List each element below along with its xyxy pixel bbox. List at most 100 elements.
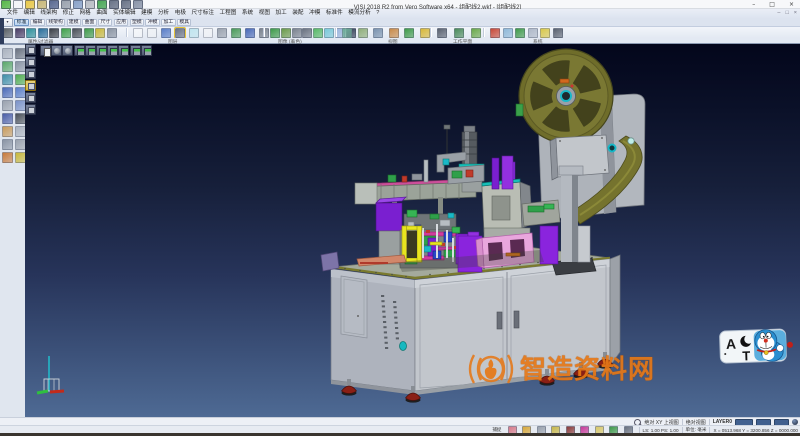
layer-current-icon[interactable] [175,28,185,38]
layer-new-icon[interactable] [133,28,143,38]
left-view-icon[interactable] [107,45,118,56]
shade-box1-icon[interactable] [292,28,302,38]
menu-13[interactable]: 视图 [256,9,273,18]
mesh-filter-icon[interactable] [72,28,82,38]
shade-box2-icon[interactable] [302,28,312,38]
tab-0[interactable]: 标准 [14,19,28,26]
refresh-icon[interactable] [107,28,117,38]
layer-half-icon[interactable] [161,28,171,38]
trash-icon[interactable] [2,139,13,150]
workplane-pen-icon[interactable] [437,28,447,38]
menu-8[interactable]: 分析 [155,9,172,18]
visi-logo-icon[interactable] [1,0,11,9]
menu-12[interactable]: 系统 [239,9,256,18]
filter-circle-icon[interactable] [26,28,36,38]
dark-tool-icon[interactable] [553,28,563,38]
front-view-icon[interactable] [85,45,96,56]
sphere-filter-icon[interactable] [61,28,71,38]
orange-grid-icon[interactable] [2,152,13,163]
layer-stack-blue-icon[interactable] [245,28,255,38]
filter-ball-icon[interactable] [38,28,48,38]
workplane-plant-icon[interactable] [471,28,481,38]
view-box-3-icon[interactable] [25,80,36,91]
color-grid-icon[interactable] [490,28,500,38]
copy-icon[interactable] [73,0,83,9]
view-box-2-icon[interactable] [25,68,36,79]
menu-6[interactable]: 实体编辑 [110,9,138,18]
frame-select-icon[interactable] [2,61,13,72]
plot-icon[interactable] [85,0,95,9]
iso-view-icon[interactable] [74,45,85,56]
back-view-icon[interactable] [130,45,141,56]
viewport-3d[interactable]: AT 智造资料网 [25,44,800,417]
zoom-dynamic-icon[interactable] [342,28,352,38]
close-button[interactable]: × [789,1,794,9]
menu-17[interactable]: 标准件 [323,9,345,18]
menu-11[interactable]: 工程图 [217,9,239,18]
top-view-icon[interactable] [96,45,107,56]
tan-tool-icon[interactable] [2,126,13,137]
menu-2[interactable]: 线架构 [38,9,60,18]
new-view-icon[interactable] [40,45,51,56]
tab-10[interactable]: 模具 [177,19,191,26]
box-blue-icon[interactable] [2,113,13,124]
menu-5[interactable]: 曲面 [94,9,111,18]
add-filter-icon[interactable] [84,28,94,38]
view-box-4-icon[interactable] [25,92,36,103]
menu-4[interactable]: 网格 [77,9,94,18]
layer-stack-green-icon[interactable] [231,28,241,38]
image-icon[interactable] [503,28,513,38]
tab-2[interactable]: 线架构 [46,19,65,26]
menu-9[interactable]: 电极 [172,9,189,18]
print-icon[interactable] [61,0,71,9]
menu-14[interactable]: 加工 [273,9,290,18]
menu-18[interactable]: 模流分析 [346,9,374,18]
view-box-5-icon[interactable] [25,104,36,115]
sphere-icon[interactable] [2,100,13,111]
menu-16[interactable]: 冲模 [306,9,323,18]
maximize-button[interactable]: □ [769,1,775,9]
menu-1[interactable]: 编辑 [21,9,38,18]
tab-9[interactable]: 加工 [161,19,175,26]
arrow-cyan-icon[interactable] [324,28,334,38]
mdi-minimize-button[interactable]: – [777,10,780,17]
zoom-extents-icon[interactable] [373,28,383,38]
menu-15[interactable]: 装配 [290,9,307,18]
tab-5[interactable]: 尺寸 [98,19,112,26]
wireframe-view-icon[interactable] [62,45,73,56]
new-file-icon[interactable] [13,0,23,9]
layer-gray-icon[interactable] [217,28,227,38]
grid-toggle-icon[interactable] [25,44,36,55]
mdi-close-button[interactable]: × [794,10,797,17]
tab-8[interactable]: 冲模 [145,19,159,26]
import-icon[interactable] [37,0,47,9]
menu-3[interactable]: 修正 [60,9,77,18]
shade-sphere-icon[interactable] [270,28,280,38]
view-box-1-icon[interactable] [25,56,36,67]
cup-icon[interactable] [420,28,430,38]
mdi-restore-button[interactable]: □ [785,10,788,17]
measure-line-icon[interactable] [389,28,399,38]
tab-4[interactable]: 曲面 [82,19,96,26]
layer-box-icon[interactable] [147,28,157,38]
tab-3[interactable]: 建模 [67,19,81,26]
tab-7[interactable]: 塑模 [130,19,144,26]
rotate-view-icon[interactable] [404,28,414,38]
attribute-color-icon[interactable] [3,28,13,38]
menu-19[interactable]: ? [373,9,382,18]
layer-cyan-icon[interactable] [189,28,199,38]
workplane-tree-icon[interactable] [454,28,464,38]
window-icon[interactable] [528,28,538,38]
tab-6[interactable]: 应用 [114,19,128,26]
render-globe-icon[interactable] [97,0,107,9]
attribute-style-icon[interactable] [15,28,25,38]
right-view-icon[interactable] [118,45,129,56]
arrow-green-icon[interactable] [313,28,323,38]
teal-tool-icon[interactable] [2,74,13,85]
binocular-filter-icon[interactable] [49,28,59,38]
minimize-button[interactable]: – [752,1,755,9]
zoom-window-icon[interactable] [358,28,368,38]
arrows-icon[interactable] [2,87,13,98]
select-icon[interactable] [2,48,13,59]
save-icon[interactable] [49,0,59,9]
